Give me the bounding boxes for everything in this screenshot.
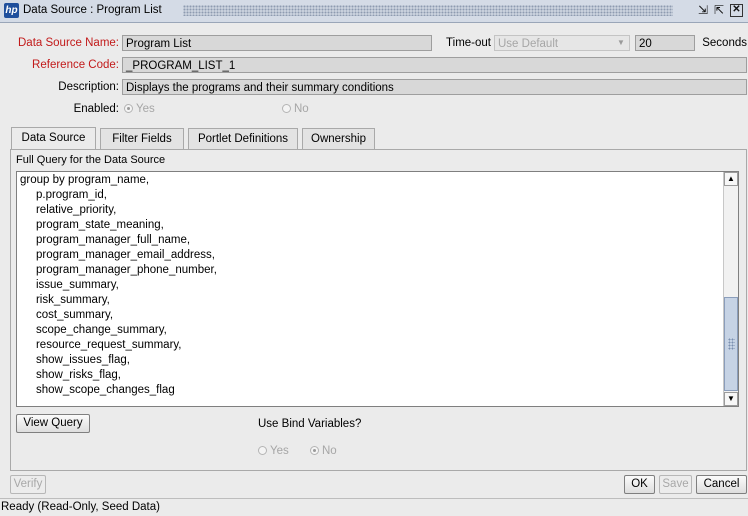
data-source-name-label: Data Source Name: (18, 37, 119, 49)
reference-code-field[interactable]: _PROGRAM_LIST_1 (122, 57, 747, 73)
scroll-up-icon[interactable]: ▲ (724, 172, 738, 186)
scroll-down-icon[interactable]: ▼ (724, 392, 738, 406)
tab-filter-fields[interactable]: Filter Fields (100, 128, 184, 149)
maximize-icon[interactable]: ⇱ (712, 4, 726, 17)
enabled-no-label: No (294, 103, 309, 115)
radio-selected-icon (124, 104, 133, 113)
view-query-button[interactable]: View Query (16, 414, 90, 433)
status-bar: Ready (Read-Only, Seed Data) (0, 498, 748, 515)
enabled-yes-radio[interactable]: Yes (124, 101, 155, 117)
query-line: show_issues_flag, (20, 354, 130, 366)
query-line: program_manager_email_address, (20, 249, 215, 261)
radio-unselected-icon (282, 104, 291, 113)
timeout-value-field[interactable]: 20 (635, 35, 695, 51)
cancel-button[interactable]: Cancel (696, 475, 747, 494)
query-line: program_manager_full_name, (20, 234, 191, 246)
chevron-down-icon: ▼ (617, 38, 625, 47)
reference-code-label: Reference Code: (32, 59, 119, 71)
hp-logo-icon: hp (4, 3, 19, 18)
query-line: cost_summary, (20, 309, 114, 321)
query-line: show_scope_changes_flag (20, 384, 175, 396)
bind-variables-label: Use Bind Variables? (258, 418, 362, 430)
query-line: p.program_id, (20, 189, 107, 201)
restore-icon[interactable]: ⇲ (696, 4, 710, 17)
scrollbar-thumb[interactable] (724, 297, 738, 391)
query-line: resource_request_summary, (20, 339, 182, 351)
query-line: program_state_meaning, (20, 219, 164, 231)
window-title-bar[interactable]: hp Data Source : Program List ⇲ ⇱ ✕ (0, 0, 748, 23)
bind-yes-label: Yes (270, 445, 289, 457)
query-line: group by program_name, (20, 174, 150, 186)
tab-ownership[interactable]: Ownership (302, 128, 375, 149)
query-textarea[interactable]: group by program_name, p.program_id, rel… (16, 171, 739, 407)
timeout-unit-label: Seconds (702, 37, 747, 49)
bind-no-radio[interactable]: No (310, 443, 337, 459)
timeout-label: Time-out (446, 37, 491, 49)
query-vertical-scrollbar[interactable]: ▲ ▼ (723, 172, 738, 406)
tab-portlet-definitions[interactable]: Portlet Definitions (188, 128, 298, 149)
radio-selected-icon (310, 446, 319, 455)
close-icon[interactable]: ✕ (730, 4, 743, 17)
save-button[interactable]: Save (659, 475, 692, 494)
description-label: Description: (58, 81, 119, 93)
radio-unselected-icon (258, 446, 267, 455)
ok-button[interactable]: OK (624, 475, 655, 494)
enabled-yes-label: Yes (136, 103, 155, 115)
bind-yes-radio[interactable]: Yes (258, 443, 289, 459)
verify-button[interactable]: Verify (10, 475, 46, 494)
bind-no-label: No (322, 445, 337, 457)
query-label: Full Query for the Data Source (16, 154, 166, 166)
enabled-label: Enabled: (73, 103, 119, 115)
query-line: show_risks_flag, (20, 369, 121, 381)
query-line: program_manager_phone_number, (20, 264, 217, 276)
timeout-select-value: Use Default (498, 38, 559, 50)
query-line: scope_change_summary, (20, 324, 167, 336)
enabled-no-radio[interactable]: No (282, 101, 309, 117)
description-field[interactable]: Displays the programs and their summary … (122, 79, 747, 95)
timeout-select[interactable]: Use Default ▼ (494, 35, 630, 51)
tab-data-source[interactable]: Data Source (11, 127, 96, 149)
query-line: issue_summary, (20, 279, 119, 291)
query-line: relative_priority, (20, 204, 117, 216)
window-title: Data Source : Program List (23, 4, 183, 16)
data-source-name-field[interactable]: Program List (122, 35, 432, 51)
scroll-grip-icon (728, 338, 735, 350)
title-bar-grip (183, 5, 673, 16)
query-line: risk_summary, (20, 294, 110, 306)
